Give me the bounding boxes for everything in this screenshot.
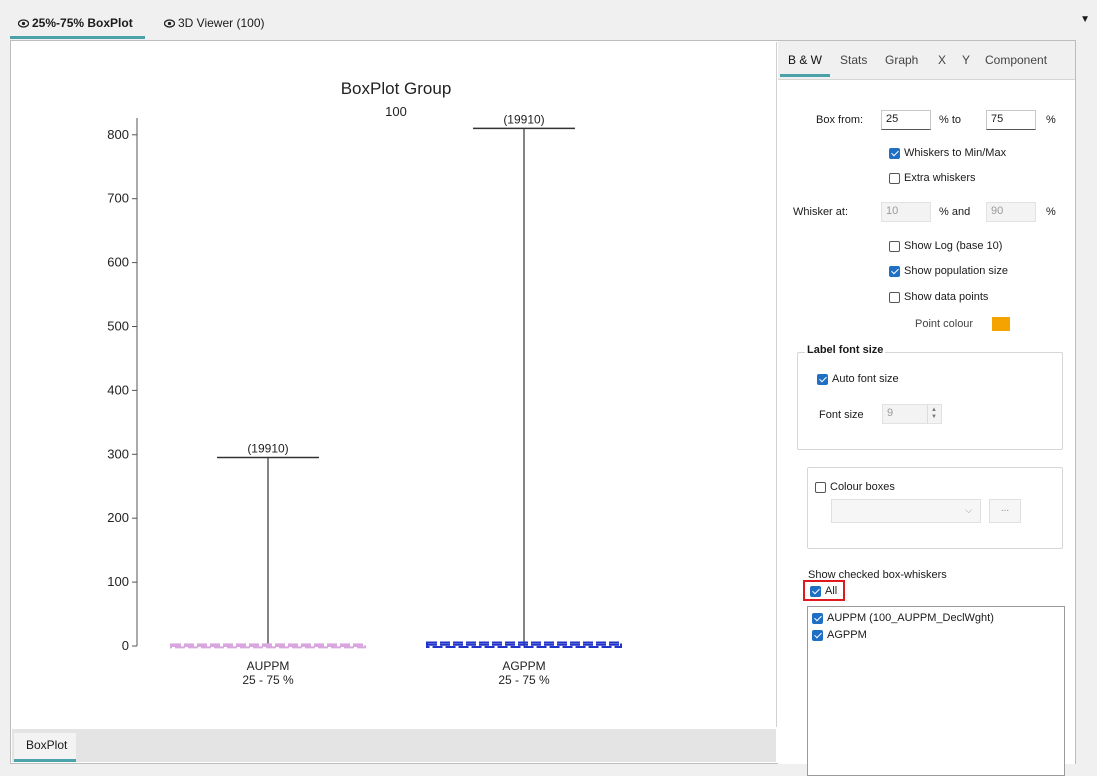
tab-stats[interactable]: Stats xyxy=(840,53,867,67)
boxplot-chart: BoxPlot Group 100 0 100 200 300 400 500 600 700… xyxy=(107,79,622,687)
point-colour-label: Point colour xyxy=(915,318,974,330)
y-tick-label: 400 xyxy=(107,382,129,397)
extra-whiskers-checkbox[interactable]: Extra whiskers xyxy=(889,172,976,184)
show-data-points-checkbox[interactable]: Show data points xyxy=(889,291,988,303)
x-category-label: AGPPM xyxy=(502,659,545,673)
chart-title: BoxPlot Group xyxy=(341,79,452,98)
label-font-group-title: Label font size xyxy=(805,344,886,356)
x-category-sublabel: 25 - 75 % xyxy=(242,673,294,687)
bottom-tab-bar: BoxPlot xyxy=(12,729,776,762)
colour-options-button[interactable]: ... xyxy=(989,499,1021,523)
y-tick-label: 500 xyxy=(107,318,129,333)
y-tick-label: 200 xyxy=(107,510,129,525)
y-tick-label: 100 xyxy=(107,574,129,589)
eye-icon xyxy=(18,18,29,28)
checkbox-checked-icon xyxy=(889,147,900,159)
whiskers-minmax-label: Whiskers to Min/Max xyxy=(904,147,1007,159)
population-label: (19910) xyxy=(247,441,288,455)
box-whiskers-list[interactable]: AUPPM (100_AUPPM_DeclWght) AGPPM xyxy=(807,606,1065,776)
show-population-label: Show population size xyxy=(904,265,1008,277)
tab-component[interactable]: Component xyxy=(985,53,1047,67)
checkbox-checked-icon xyxy=(812,612,823,624)
font-size-label: Font size xyxy=(819,409,864,421)
label-font-group xyxy=(797,352,1063,450)
chart-panel: BoxPlot Group 100 0 100 200 300 400 500 600 700… xyxy=(12,42,777,727)
chevron-down-icon: ⌵ xyxy=(965,505,972,515)
whisker-high-input[interactable]: 90 xyxy=(986,202,1036,222)
y-tick-label: 300 xyxy=(107,446,129,461)
tab-overflow-arrow-icon[interactable]: ▼ xyxy=(1080,14,1090,25)
extra-whiskers-label: Extra whiskers xyxy=(904,172,976,184)
settings-tabs: B & W Stats Graph X Y Component xyxy=(778,41,1075,79)
whiskers-minmax-checkbox[interactable]: Whiskers to Min/Max xyxy=(889,147,1006,159)
box-from-input[interactable]: 25 xyxy=(881,110,931,130)
checkbox-unchecked-icon xyxy=(889,291,900,303)
box-from-label: Box from: xyxy=(816,114,864,126)
checkbox-checked-icon xyxy=(817,373,828,385)
x-category-sublabel: 25 - 75 % xyxy=(498,673,550,687)
show-population-checkbox[interactable]: Show population size xyxy=(889,265,1008,277)
whisker-and-label: % and xyxy=(939,206,971,218)
list-item-label: AUPPM (100_AUPPM_DeclWght) xyxy=(827,612,994,624)
tab-bw[interactable]: B & W xyxy=(779,53,831,77)
checkbox-checked-icon xyxy=(889,265,900,277)
tab-3d-viewer-label: 3D Viewer (100) xyxy=(178,16,265,30)
show-log-checkbox[interactable]: Show Log (base 10) xyxy=(889,240,1002,252)
colour-scheme-dropdown[interactable]: ⌵ xyxy=(831,499,981,523)
document-tab-bar: 25%-75% BoxPlot 3D Viewer (100) ▼ xyxy=(0,0,1097,39)
main-frame: BoxPlot Group 100 0 100 200 300 400 500 600 700… xyxy=(10,40,1076,776)
settings-body: Box from: 25 % to 75 % Whiskers to Min/M… xyxy=(778,79,1075,776)
whisker-at-label: Whisker at: xyxy=(793,206,849,218)
all-checkbox[interactable]: All xyxy=(810,585,837,597)
show-data-points-label: Show data points xyxy=(904,291,989,303)
eye-icon xyxy=(164,18,175,28)
point-colour-swatch[interactable] xyxy=(992,317,1010,331)
tab-graph[interactable]: Graph xyxy=(885,53,918,67)
tab-boxplot-bottom[interactable]: BoxPlot xyxy=(14,733,76,762)
list-item[interactable]: AGPPM xyxy=(812,629,867,641)
tab-y[interactable]: Y xyxy=(962,53,970,67)
y-tick-label: 800 xyxy=(107,127,129,142)
colour-boxes-checkbox[interactable]: Colour boxes xyxy=(815,481,895,493)
font-size-spinner-icon[interactable]: ▲ ▼ xyxy=(927,404,940,424)
chart-subtitle: 100 xyxy=(385,104,407,119)
population-label: (19910) xyxy=(503,112,544,126)
tab-3d-viewer[interactable]: 3D Viewer (100) xyxy=(164,12,264,34)
checkbox-checked-icon xyxy=(810,585,821,597)
auto-font-label: Auto font size xyxy=(832,373,899,385)
tab-boxplot-label: 25%-75% BoxPlot xyxy=(32,16,133,30)
tab-boxplot[interactable]: 25%-75% BoxPlot xyxy=(10,12,145,39)
tab-x[interactable]: X xyxy=(938,53,946,67)
y-tick-label: 700 xyxy=(107,191,129,206)
box-to-label: % to xyxy=(939,114,962,126)
colour-boxes-label: Colour boxes xyxy=(830,481,895,493)
show-log-label: Show Log (base 10) xyxy=(904,240,1003,252)
all-label: All xyxy=(825,585,838,597)
box-to-input[interactable]: 75 xyxy=(986,110,1036,130)
checkbox-checked-icon xyxy=(812,629,823,641)
box-to-percent: % xyxy=(1046,114,1056,126)
whisker-high-percent: % xyxy=(1046,206,1056,218)
list-item[interactable]: AUPPM (100_AUPPM_DeclWght) xyxy=(812,612,994,624)
checkbox-unchecked-icon xyxy=(889,240,900,252)
whisker-low-input[interactable]: 10 xyxy=(881,202,931,222)
settings-panel: B & W Stats Graph X Y Component Box from… xyxy=(778,41,1075,776)
checkbox-unchecked-icon xyxy=(889,172,900,184)
checkbox-unchecked-icon xyxy=(815,481,826,493)
y-tick-label: 600 xyxy=(107,255,129,270)
y-tick-label: 0 xyxy=(122,638,129,653)
auto-font-checkbox[interactable]: Auto font size xyxy=(817,373,899,385)
list-item-label: AGPPM xyxy=(827,629,867,641)
x-category-label: AUPPM xyxy=(247,659,290,673)
